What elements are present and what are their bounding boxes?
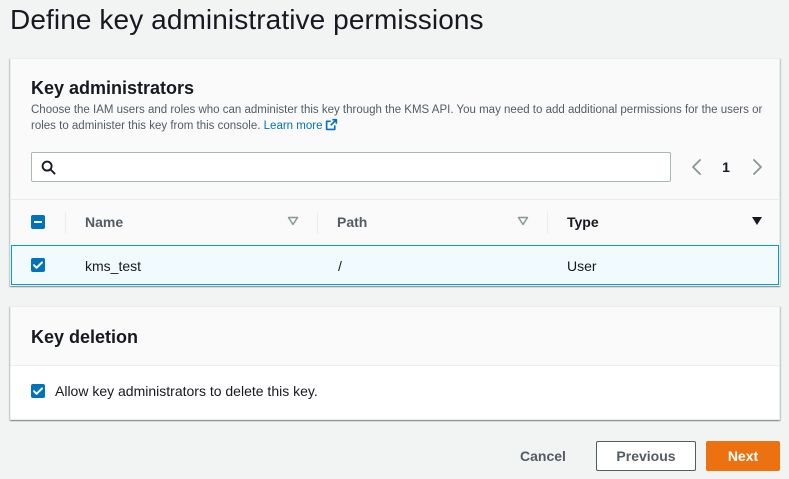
cell-type: User	[567, 258, 597, 274]
key-deletion-header: Key deletion	[11, 307, 779, 366]
checkmark-icon	[33, 261, 43, 269]
key-deletion-panel: Key deletion Allow key administrators to…	[10, 306, 780, 420]
next-button[interactable]: Next	[706, 441, 780, 471]
column-header-path[interactable]: Path	[337, 214, 367, 230]
pagination: 1	[687, 154, 767, 180]
key-deletion-heading: Key deletion	[31, 327, 139, 347]
page-title: Define key administrative permissions	[10, 4, 484, 35]
description-text: Choose the IAM users and roles who can a…	[31, 104, 763, 132]
key-administrators-description: Choose the IAM users and roles who can a…	[31, 102, 766, 134]
column-divider	[547, 212, 548, 234]
cell-path: /	[338, 258, 342, 274]
checkmark-icon	[33, 387, 43, 395]
search-input[interactable]	[64, 157, 664, 177]
sort-icon[interactable]	[287, 216, 299, 226]
column-divider	[65, 212, 66, 234]
row-checkbox[interactable]	[31, 258, 45, 272]
external-link-icon	[326, 118, 338, 131]
allow-delete-label[interactable]: Allow key administrators to delete this …	[55, 383, 318, 399]
learn-more-label: Learn more	[263, 120, 323, 132]
key-administrators-heading: Key administrators	[31, 78, 195, 98]
table-row[interactable]: kms_test / User	[11, 245, 779, 285]
cancel-button[interactable]: Cancel	[511, 441, 575, 471]
column-header-type[interactable]: Type	[567, 214, 599, 230]
select-all-checkbox[interactable]	[31, 215, 45, 229]
sort-icon[interactable]	[517, 216, 529, 226]
search-icon	[41, 160, 56, 175]
learn-more-link[interactable]: Learn more	[263, 118, 339, 132]
column-divider	[317, 212, 318, 234]
column-header-name[interactable]: Name	[85, 214, 123, 230]
chevron-left-icon[interactable]	[687, 154, 707, 180]
allow-delete-checkbox[interactable]	[31, 384, 45, 398]
table-header: Name Path Type	[11, 199, 779, 244]
search-box	[31, 152, 671, 182]
cell-name: kms_test	[85, 258, 142, 274]
key-administrators-panel: Key administrators Choose the IAM users …	[10, 58, 780, 286]
sort-descending-icon[interactable]	[751, 216, 763, 226]
indeterminate-icon	[34, 221, 42, 223]
previous-button[interactable]: Previous	[596, 441, 696, 471]
pagination-current-page[interactable]: 1	[716, 159, 736, 175]
chevron-right-icon[interactable]	[747, 154, 767, 180]
